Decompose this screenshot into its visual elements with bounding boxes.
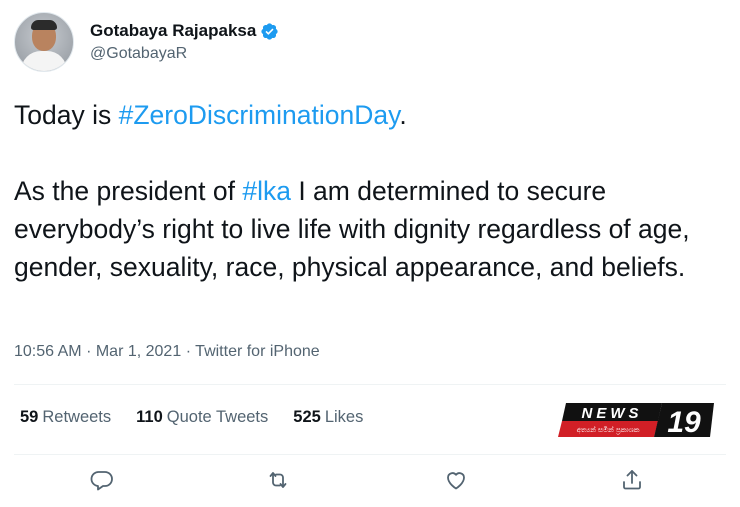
likes-count: 525 xyxy=(293,408,321,426)
tweet-time[interactable]: 10:56 AM xyxy=(14,343,82,360)
quote-tweets-label: Quote Tweets xyxy=(166,408,269,426)
likes-stat[interactable]: 525 Likes xyxy=(293,408,363,427)
retweets-label: Retweets xyxy=(42,408,112,426)
meta-separator: · xyxy=(185,343,196,360)
text-para2-prefix: As the president of xyxy=(14,176,243,206)
retweets-count: 59 xyxy=(20,408,39,426)
tweet-meta: 10:56 AM · Mar 1, 2021 · Twitter for iPh… xyxy=(14,343,320,361)
meta-separator: · xyxy=(86,343,96,360)
retweet-button[interactable] xyxy=(260,462,296,498)
tweet-stats: 59 Retweets 110 Quote Tweets 525 Likes xyxy=(20,408,388,427)
watermark-brand: NEWS xyxy=(582,405,643,422)
text-line1-prefix: Today is xyxy=(14,100,119,130)
quote-tweets-count: 110 xyxy=(136,408,163,426)
tweet-source[interactable]: Twitter for iPhone xyxy=(195,343,320,360)
divider xyxy=(14,384,726,385)
user-handle[interactable]: @GotabayaR xyxy=(90,45,279,63)
quote-tweets-stat[interactable]: 110 Quote Tweets xyxy=(136,408,268,427)
retweet-icon xyxy=(269,472,287,488)
watermark-number: 19 xyxy=(667,406,701,439)
reply-icon xyxy=(90,471,113,491)
tweet-text: Today is #ZeroDiscriminationDay. As the … xyxy=(14,96,726,286)
watermark-tagline: අත්‍යන් සමින් ප්‍රකාශක xyxy=(577,426,640,435)
tweet-card: Gotabaya Rajapaksa @GotabayaR Today is #… xyxy=(0,0,740,507)
hashtag-lka[interactable]: #lka xyxy=(242,176,291,206)
heart-icon xyxy=(447,472,465,490)
retweets-stat[interactable]: 59 Retweets xyxy=(20,408,111,427)
text-line1-suffix: . xyxy=(399,100,407,130)
user-names: Gotabaya Rajapaksa @GotabayaR xyxy=(90,21,279,63)
tweet-actions xyxy=(0,462,740,498)
avatar-shirt xyxy=(21,51,67,71)
like-button[interactable] xyxy=(438,462,474,498)
news19-watermark-logo: NEWS අත්‍යන් සමින් ප්‍රකාශක 19 xyxy=(558,403,714,439)
hashtag-zero-discrimination-day[interactable]: #ZeroDiscriminationDay xyxy=(119,100,400,130)
divider xyxy=(14,454,726,455)
tweet-header: Gotabaya Rajapaksa @GotabayaR xyxy=(14,12,279,72)
display-name[interactable]: Gotabaya Rajapaksa xyxy=(90,21,256,41)
likes-label: Likes xyxy=(324,408,364,426)
name-row: Gotabaya Rajapaksa xyxy=(90,21,279,41)
share-icon xyxy=(623,470,641,490)
avatar-hair xyxy=(31,20,57,30)
avatar[interactable] xyxy=(14,12,74,72)
reply-button[interactable] xyxy=(84,462,120,498)
share-button[interactable] xyxy=(614,462,650,498)
tweet-date[interactable]: Mar 1, 2021 xyxy=(96,343,181,360)
verified-badge-icon xyxy=(261,22,278,40)
